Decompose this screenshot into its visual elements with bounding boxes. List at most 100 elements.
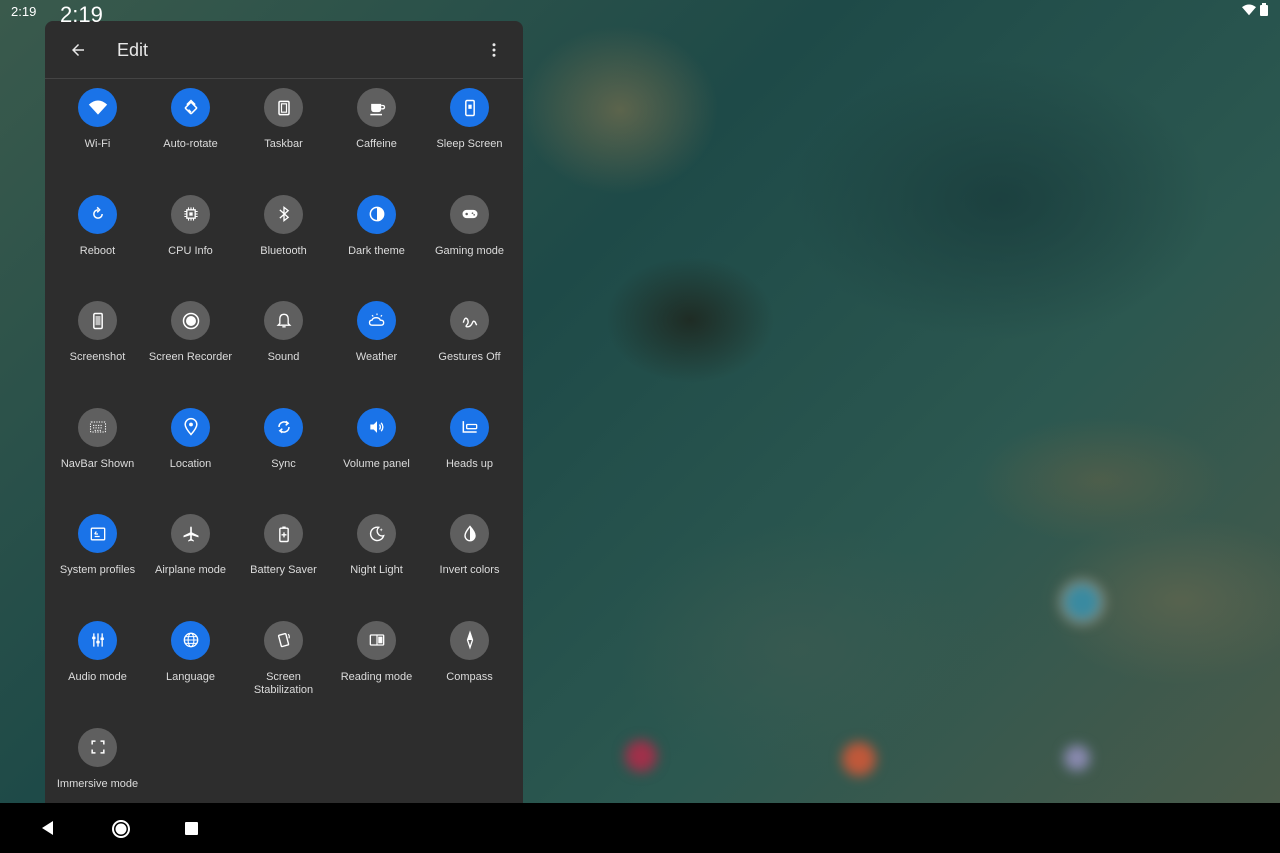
- tile-label: Screen Recorder: [148, 351, 233, 364]
- tile-immersive-mode[interactable]: Immersive mode: [51, 727, 144, 803]
- night-light-icon: [357, 514, 396, 554]
- tile-label: Wi-Fi: [84, 138, 111, 150]
- tile-sound[interactable]: Sound: [237, 300, 330, 407]
- tile-label: NavBar Shown: [60, 457, 135, 470]
- tile-audio-mode[interactable]: Audio mode: [51, 620, 144, 727]
- globe-icon: [171, 620, 210, 660]
- recents-nav-button[interactable]: [180, 817, 204, 841]
- tile-label: Auto-rotate: [163, 138, 218, 150]
- tile-screen-recorder[interactable]: Screen Recorder: [144, 300, 237, 407]
- quick-settings-edit-panel: Edit Wi-Fi Auto-rotate Taskbar Caffeine Slee…: [45, 21, 523, 803]
- back-nav-button[interactable]: [36, 817, 60, 839]
- page-title: Edit: [117, 40, 149, 60]
- status-bar-icons: [1242, 3, 1268, 16]
- tile-caffeine[interactable]: Caffeine: [330, 87, 423, 194]
- tile-language[interactable]: Language: [144, 620, 237, 727]
- tile-airplane-mode[interactable]: Airplane mode: [144, 513, 237, 620]
- tile-label: Sound: [267, 351, 300, 364]
- screenshot-icon: [78, 301, 117, 341]
- clock: 2:19: [60, 2, 103, 27]
- tile-label: Airplane mode: [155, 564, 226, 577]
- screen-recorder-icon: [171, 301, 210, 341]
- circle-home-icon: [112, 820, 130, 838]
- home-icon-blur: [625, 740, 657, 772]
- tile-gaming-mode[interactable]: Gaming mode: [423, 194, 516, 301]
- tile-compass[interactable]: Compass: [423, 620, 516, 727]
- bluetooth-icon: [264, 194, 303, 234]
- tile-invert-colors[interactable]: Invert colors: [423, 513, 516, 620]
- audio-mode-icon: [78, 620, 117, 660]
- tile-label: Language: [166, 670, 215, 683]
- battery-saver-icon: [264, 514, 303, 554]
- caffeine-icon: [357, 88, 396, 127]
- tile-grid: Wi-Fi Auto-rotate Taskbar Caffeine Sleep Scr…: [51, 87, 517, 803]
- tile-label: Reading mode: [340, 670, 413, 683]
- tile-auto-rotate[interactable]: Auto-rotate: [144, 87, 237, 194]
- tile-label: Battery Saver: [250, 564, 317, 577]
- tile-label: System profiles: [59, 564, 136, 577]
- cpu-icon: [171, 194, 210, 234]
- more-vert-icon: [492, 43, 496, 57]
- tile-label: Invert colors: [439, 564, 500, 577]
- tile-label: Audio mode: [68, 670, 127, 683]
- tile-label: Taskbar: [264, 138, 303, 150]
- tile-bluetooth[interactable]: Bluetooth: [237, 194, 330, 301]
- triangle-back-icon: [42, 821, 53, 835]
- system-profiles-icon: [78, 514, 117, 554]
- arrow-left-icon: [72, 44, 84, 56]
- tile-label: CPU Info: [168, 244, 213, 257]
- tile-taskbar[interactable]: Taskbar: [237, 87, 330, 194]
- more-options-button[interactable]: [481, 37, 507, 63]
- weather-icon: [357, 301, 396, 341]
- tile-label: Sync: [271, 457, 296, 470]
- home-nav-button[interactable]: [108, 816, 134, 842]
- tile-heads-up[interactable]: Heads up: [423, 407, 516, 514]
- tile-label: Screen Stabilization: [253, 670, 314, 696]
- dark-theme-icon: [357, 194, 396, 234]
- tile-label: Dark theme: [348, 244, 405, 257]
- navigation-bar: [0, 803, 1280, 853]
- tile-wi-fi[interactable]: Wi-Fi: [51, 87, 144, 194]
- tile-label: Sleep Screen: [436, 138, 503, 150]
- location-icon: [171, 407, 210, 447]
- tile-reading-mode[interactable]: Reading mode: [330, 620, 423, 727]
- tile-navbar-shown[interactable]: NavBar Shown: [51, 407, 144, 514]
- gesture-icon: [450, 301, 489, 341]
- tile-label: Volume panel: [343, 457, 410, 470]
- tile-label: Immersive mode: [56, 777, 139, 790]
- tile-cpu-info[interactable]: CPU Info: [144, 194, 237, 301]
- back-button[interactable]: [65, 37, 91, 63]
- tile-battery-saver[interactable]: Battery Saver: [237, 513, 330, 620]
- status-bar-time: 2:19: [11, 4, 37, 19]
- tile-screen-stabilization[interactable]: Screen Stabilization: [237, 620, 330, 727]
- tile-reboot[interactable]: Reboot: [51, 194, 144, 301]
- taskbar-icon: [264, 88, 303, 127]
- tile-night-light[interactable]: Night Light: [330, 513, 423, 620]
- tile-sleep-screen[interactable]: Sleep Screen: [423, 87, 516, 194]
- tile-label: Reboot: [79, 244, 116, 257]
- tile-label: Compass: [446, 670, 493, 683]
- tile-location[interactable]: Location: [144, 407, 237, 514]
- tile-volume-panel[interactable]: Volume panel: [330, 407, 423, 514]
- tile-label: Screenshot: [69, 351, 126, 364]
- toolbar: Edit: [45, 21, 523, 79]
- battery-status-icon: [1260, 3, 1268, 16]
- invert-colors-icon: [450, 514, 489, 554]
- tile-screenshot[interactable]: Screenshot: [51, 300, 144, 407]
- tile-weather[interactable]: Weather: [330, 300, 423, 407]
- tile-gestures-off[interactable]: Gestures Off: [423, 300, 516, 407]
- auto-rotate-icon: [171, 88, 210, 127]
- tile-label: Bluetooth: [260, 244, 307, 257]
- square-recents-icon: [185, 822, 198, 835]
- sync-icon: [264, 407, 303, 447]
- tile-system-profiles[interactable]: System profiles: [51, 513, 144, 620]
- sleep-screen-icon: [450, 88, 489, 127]
- tile-label: Gaming mode: [434, 244, 505, 257]
- home-icon-blur: [1060, 580, 1104, 624]
- tile-label: Caffeine: [356, 138, 397, 150]
- tile-sync[interactable]: Sync: [237, 407, 330, 514]
- heads-up-icon: [450, 407, 489, 447]
- volume-icon: [357, 407, 396, 447]
- tile-dark-theme[interactable]: Dark theme: [330, 194, 423, 301]
- compass-icon: [450, 620, 489, 660]
